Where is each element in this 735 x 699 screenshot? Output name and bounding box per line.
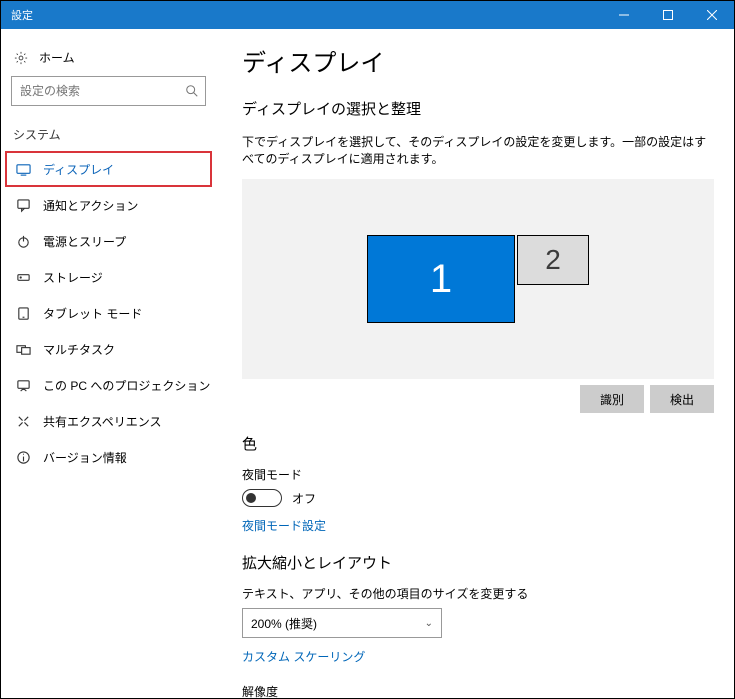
sidebar-item-label: 通知とアクション — [43, 197, 138, 214]
power-icon — [15, 234, 31, 249]
sidebar-item-label: 共有エクスペリエンス — [43, 413, 162, 430]
shared-icon — [15, 414, 31, 429]
minimize-button[interactable] — [602, 1, 646, 29]
detect-button[interactable]: 検出 — [650, 385, 714, 413]
custom-scaling-link[interactable]: カスタム スケーリング — [242, 648, 714, 665]
sidebar: ホーム システム ディスプレイ 通知とアクション 電源とスリープ — [1, 29, 216, 698]
identify-button[interactable]: 識別 — [580, 385, 644, 413]
close-button[interactable] — [690, 1, 734, 29]
main-panel: ディスプレイ ディスプレイの選択と整理 下でディスプレイを選択して、そのディスプ… — [216, 29, 734, 698]
night-mode-toggle[interactable] — [242, 489, 282, 507]
size-label: テキスト、アプリ、その他の項目のサイズを変更する — [242, 585, 714, 602]
info-icon — [15, 450, 31, 465]
search-icon — [185, 84, 199, 98]
sidebar-item-multitask[interactable]: マルチタスク — [5, 331, 212, 367]
monitor-2[interactable]: 2 — [517, 235, 589, 285]
sidebar-item-storage[interactable]: ストレージ — [5, 259, 212, 295]
display-arrangement-area[interactable]: 1 2 — [242, 179, 714, 379]
arrange-desc: 下でディスプレイを選択して、そのディスプレイの設定を変更します。一部の設定はすべ… — [242, 133, 714, 167]
night-mode-state: オフ — [292, 490, 316, 507]
titlebar: 設定 — [1, 1, 734, 29]
sidebar-item-tablet[interactable]: タブレット モード — [5, 295, 212, 331]
gear-icon — [13, 51, 29, 65]
night-mode-settings-link[interactable]: 夜間モード設定 — [242, 517, 714, 534]
sidebar-item-label: ストレージ — [43, 269, 103, 286]
color-title: 色 — [242, 433, 714, 454]
sidebar-item-about[interactable]: バージョン情報 — [5, 439, 212, 475]
sidebar-item-projection[interactable]: この PC へのプロジェクション — [5, 367, 212, 403]
sidebar-item-label: この PC へのプロジェクション — [43, 377, 210, 394]
sidebar-item-power[interactable]: 電源とスリープ — [5, 223, 212, 259]
sidebar-item-label: マルチタスク — [43, 341, 115, 358]
sidebar-heading: システム — [5, 122, 212, 151]
sidebar-item-display[interactable]: ディスプレイ — [5, 151, 212, 187]
sidebar-item-label: タブレット モード — [43, 305, 142, 322]
night-mode-label: 夜間モード — [242, 466, 714, 483]
storage-icon — [15, 270, 31, 285]
sidebar-item-label: 電源とスリープ — [43, 233, 126, 250]
sidebar-item-label: バージョン情報 — [43, 449, 127, 466]
search-input[interactable] — [18, 83, 185, 99]
display-icon — [15, 162, 31, 177]
sidebar-item-notifications[interactable]: 通知とアクション — [5, 187, 212, 223]
window-title: 設定 — [11, 7, 33, 23]
chevron-down-icon: ⌄ — [425, 618, 433, 629]
page-title: ディスプレイ — [242, 43, 714, 78]
search-box[interactable] — [11, 76, 206, 106]
notifications-icon — [15, 198, 31, 213]
sidebar-item-label: ディスプレイ — [43, 161, 114, 178]
resolution-label: 解像度 — [242, 683, 714, 698]
maximize-button[interactable] — [646, 1, 690, 29]
size-select[interactable]: 200% (推奨) ⌄ — [242, 608, 442, 638]
multitask-icon — [15, 342, 31, 357]
home-button[interactable]: ホーム — [5, 45, 212, 76]
monitor-1[interactable]: 1 — [367, 235, 515, 323]
scale-title: 拡大縮小とレイアウト — [242, 552, 714, 573]
tablet-icon — [15, 306, 31, 321]
arrange-title: ディスプレイの選択と整理 — [242, 98, 714, 119]
home-label: ホーム — [39, 49, 75, 66]
projection-icon — [15, 378, 31, 393]
size-value: 200% (推奨) — [251, 615, 317, 632]
sidebar-item-shared[interactable]: 共有エクスペリエンス — [5, 403, 212, 439]
